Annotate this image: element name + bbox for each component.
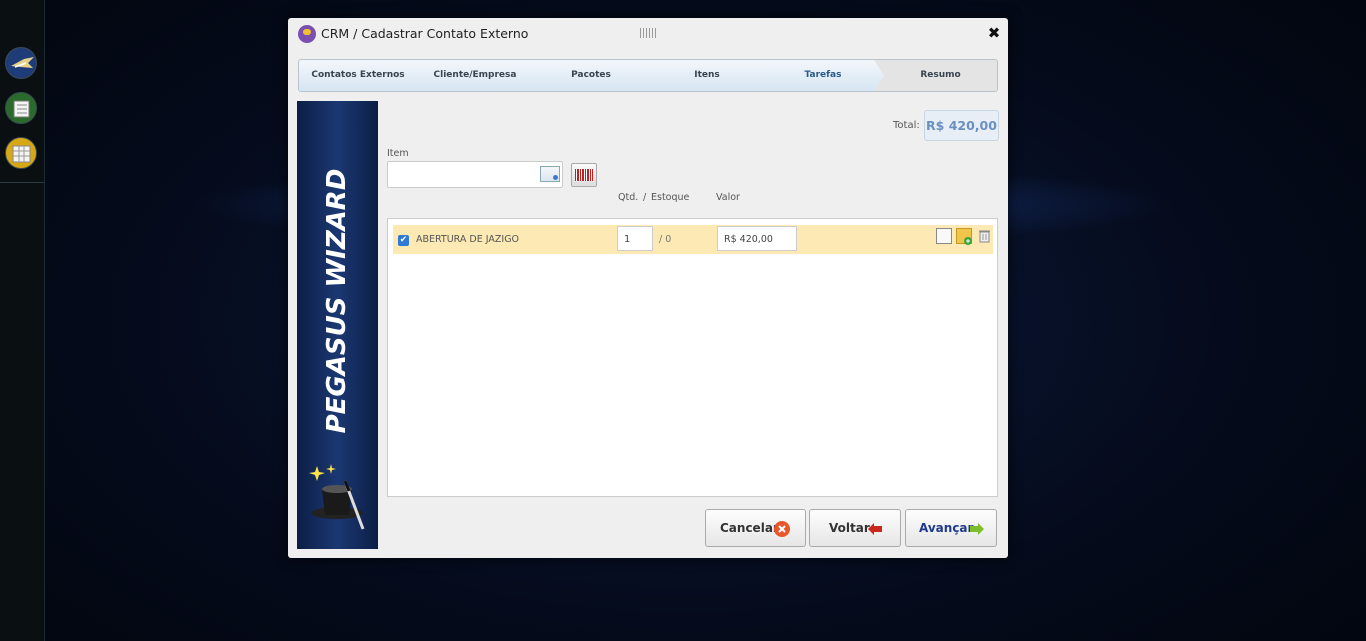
barcode-button[interactable] — [571, 163, 597, 187]
item-input[interactable] — [387, 161, 563, 188]
total-label: Total: — [893, 120, 920, 131]
step-itens[interactable]: Itens — [649, 60, 765, 91]
cancel-button[interactable]: Cancelar — [705, 509, 806, 547]
step-pacotes[interactable]: Pacotes — [533, 60, 649, 91]
qty-input[interactable]: 1 — [617, 226, 653, 251]
cancel-label: Cancelar — [720, 521, 779, 535]
sidebar-divider — [0, 182, 44, 183]
pegasus-icon[interactable] — [5, 47, 37, 79]
item-label: Item — [387, 148, 409, 159]
item-stock: / 0 — [659, 234, 672, 245]
item-checkbox[interactable]: ✔ — [398, 235, 409, 246]
value-input[interactable]: R$ 420,00 — [717, 226, 797, 251]
grid-icon[interactable] — [5, 137, 37, 169]
item-add-icon[interactable] — [956, 228, 972, 245]
next-label: Avançar — [919, 521, 974, 535]
list-icon[interactable] — [5, 92, 37, 124]
total-value: R$ 420,00 — [924, 110, 999, 141]
column-value: Valor — [716, 192, 740, 203]
step-tarefas[interactable]: Tarefas — [765, 60, 881, 91]
wizard-banner-text: PEGASUS WIZARD — [322, 168, 352, 434]
list-item[interactable]: ✔ ABERTURA DE JAZIGO 1 / 0 R$ 420,00 — [393, 225, 993, 254]
trash-icon[interactable] — [976, 228, 992, 244]
close-icon[interactable]: ✖ — [985, 24, 1003, 42]
left-sidebar — [0, 0, 45, 641]
item-details-icon[interactable] — [936, 228, 952, 244]
item-name: ABERTURA DE JAZIGO — [416, 234, 520, 245]
dialog-title: CRM / Cadastrar Contato Externo — [321, 26, 529, 41]
drag-handle[interactable] — [640, 28, 656, 38]
column-separator: / — [643, 192, 647, 203]
step-resumo[interactable]: Resumo — [884, 60, 997, 91]
back-label: Voltar — [829, 521, 870, 535]
item-lookup-icon[interactable] — [540, 166, 560, 182]
column-qty: Qtd. — [618, 192, 639, 203]
barcode-icon — [575, 169, 593, 181]
arrow-right-icon — [970, 523, 984, 535]
next-button[interactable]: Avançar — [905, 509, 997, 547]
back-button[interactable]: Voltar — [809, 509, 901, 547]
arrow-left-icon — [868, 523, 882, 535]
cancel-icon — [774, 521, 790, 537]
wizard-dialog: CRM / Cadastrar Contato Externo ✖ Contat… — [288, 18, 1008, 558]
step-contatos-externos[interactable]: Contatos Externos — [299, 60, 417, 91]
items-list: ✔ ABERTURA DE JAZIGO 1 / 0 R$ 420,00 — [387, 218, 998, 497]
step-cliente-empresa[interactable]: Cliente/Empresa — [417, 60, 533, 91]
column-stock: Estoque — [651, 192, 690, 203]
crm-logo-icon — [298, 25, 316, 43]
wizard-banner: PEGASUS WIZARD — [297, 101, 378, 549]
magic-hat-icon — [309, 464, 365, 530]
wizard-steps: Contatos Externos Cliente/Empresa Pacote… — [298, 59, 998, 92]
